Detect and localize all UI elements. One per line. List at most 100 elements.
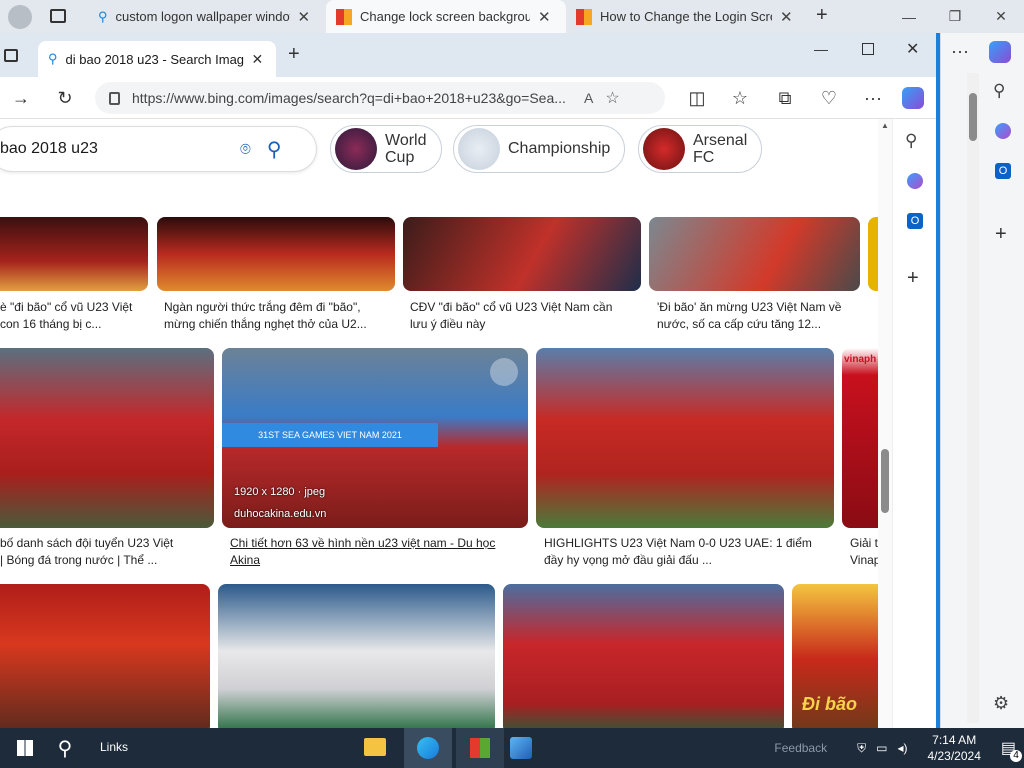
image-result[interactable]	[403, 217, 641, 291]
search-icon: ⚲	[57, 737, 73, 760]
read-aloud-icon[interactable]: A	[584, 90, 593, 106]
image-caption[interactable]: bố danh sách đội tuyển U23 Việt | Bóng đ…	[0, 535, 214, 571]
search-input[interactable]: bao 2018 u23 ⌾ ⚲	[0, 127, 316, 171]
inner-tab-active[interactable]: ⚲ di bao 2018 u23 - Search Images ✕	[38, 41, 276, 77]
notification-icon[interactable]: ▤ 4	[1001, 738, 1022, 762]
split-screen-icon[interactable]: ◫	[682, 83, 712, 113]
image-caption[interactable]: Ngàn người thức trắng đêm đi "bão", mừng…	[164, 299, 394, 335]
edge-taskbar-icon[interactable]	[404, 728, 452, 768]
visual-search-icon[interactable]: ⌾	[240, 139, 251, 160]
network-icon[interactable]: ▭	[876, 741, 887, 755]
scrollbar-thumb[interactable]	[881, 449, 889, 513]
close-button[interactable]: ✕	[906, 39, 919, 59]
image-result[interactable]: Đi bão	[792, 584, 878, 728]
app-taskbar-icon[interactable]	[456, 728, 504, 768]
close-icon[interactable]: ✕	[252, 51, 264, 68]
outlook-icon[interactable]: O	[907, 213, 923, 229]
security-icon[interactable]: ⛨	[857, 741, 866, 756]
close-button[interactable]: ✕	[978, 0, 1024, 33]
search-icon: ⚲	[48, 51, 58, 66]
copilot-app-icon[interactable]	[907, 173, 923, 189]
minimize-button[interactable]: —	[886, 0, 932, 33]
related-pill-arsenal-fc[interactable]: Arsenal FC	[638, 125, 763, 173]
paint-taskbar-icon[interactable]	[510, 737, 532, 759]
outer-tab-3[interactable]: How to Change the Login Screen ✕	[566, 0, 806, 33]
copilot-icon[interactable]	[989, 41, 1011, 63]
pill-thumbnail	[458, 128, 500, 170]
image-result[interactable]	[0, 348, 214, 528]
image-result[interactable]	[649, 217, 860, 291]
inner-tab-strip: ⚲ di bao 2018 u23 - Search Images ✕ + — …	[0, 33, 936, 77]
image-result[interactable]	[218, 584, 495, 728]
maximize-button[interactable]	[862, 43, 874, 55]
content-scrollbar[interactable]: ▲	[878, 119, 892, 728]
settings-icon[interactable]: ⚙	[993, 693, 1009, 714]
image-result[interactable]: vinaph	[842, 348, 878, 528]
close-icon[interactable]: ✕	[298, 8, 311, 26]
visual-search-badge-icon[interactable]	[490, 358, 518, 386]
search-icon[interactable]: ⚲	[267, 137, 282, 162]
start-button[interactable]	[0, 728, 50, 768]
image-caption[interactable]: Chi tiết hơn 63 về hình nền u23 việt nam…	[230, 535, 530, 571]
image-result[interactable]	[503, 584, 784, 728]
image-result[interactable]	[868, 217, 878, 291]
file-explorer-icon[interactable]	[364, 738, 386, 756]
windows-icon	[17, 740, 33, 756]
close-icon[interactable]: ✕	[538, 8, 551, 26]
scrollbar-thumb[interactable]	[969, 93, 977, 141]
more-icon[interactable]: ···	[858, 83, 888, 113]
search-icon[interactable]: ⚲	[905, 131, 917, 151]
add-icon[interactable]: +	[995, 223, 1007, 246]
edge-icon	[417, 737, 439, 759]
volume-icon[interactable]: ◂)	[897, 741, 907, 755]
address-bar[interactable]: https://www.bing.com/images/search?q=di+…	[95, 82, 665, 114]
browser-essentials-icon[interactable]: ♡	[814, 83, 844, 113]
outer-tab-1[interactable]: ⚲ custom logon wallpaper windows ✕	[88, 0, 326, 33]
close-icon[interactable]: ✕	[780, 8, 793, 26]
image-caption[interactable]: HIGHLIGHTS U23 Việt Nam 0-0 U23 UAE: 1 đ…	[544, 535, 834, 571]
favorites-icon[interactable]: ☆	[725, 83, 755, 113]
image-result[interactable]	[536, 348, 834, 528]
image-meta-source[interactable]: duhocakina.edu.vn	[234, 508, 326, 520]
new-tab-button[interactable]: +	[816, 4, 828, 27]
image-result[interactable]	[0, 584, 210, 728]
scrollbar[interactable]	[967, 73, 979, 723]
outlook-icon[interactable]: O	[995, 163, 1011, 179]
collections-icon[interactable]: ⧉	[770, 83, 800, 113]
restore-button[interactable]: ❐	[932, 0, 978, 33]
forward-arrow-icon[interactable]: →	[6, 83, 36, 113]
search-icon[interactable]: ⚲	[993, 81, 1005, 101]
tab-actions-icon[interactable]	[50, 9, 66, 23]
image-caption[interactable]: CĐV "đi bão" cổ vũ U23 Việt Nam cần lưu …	[410, 299, 640, 335]
pill-thumbnail	[335, 128, 377, 170]
image-result-hovered[interactable]: 31ST SEA GAMES VIET NAM 2021 1920 x 1280…	[222, 348, 528, 528]
feedback-label[interactable]: Feedback	[774, 741, 827, 755]
copilot-icon[interactable]	[898, 83, 928, 113]
minimize-button[interactable]: —	[814, 41, 828, 57]
copilot-app-icon[interactable]	[995, 123, 1011, 139]
tab-actions-icon[interactable]	[4, 49, 18, 62]
clock[interactable]: 7:14 AM 4/23/2024	[927, 732, 980, 764]
image-banner: 31ST SEA GAMES VIET NAM 2021	[222, 423, 438, 447]
add-icon[interactable]: +	[907, 267, 919, 290]
new-tab-button[interactable]: +	[288, 43, 300, 66]
image-meta-size: 1920 x 1280 · jpeg	[234, 486, 326, 498]
lock-icon	[109, 91, 120, 105]
favorite-star-icon[interactable]: ☆	[605, 88, 619, 108]
links-toolbar[interactable]: Links	[100, 740, 128, 754]
image-result[interactable]	[0, 217, 148, 291]
related-pill-world-cup[interactable]: World Cup	[330, 125, 442, 173]
outer-sidebar: ··· ⚲ O + ⚙	[940, 33, 1024, 728]
image-caption[interactable]: è "đi bão" cổ vũ U23 Việt con 16 tháng b…	[0, 299, 148, 335]
image-caption[interactable]: 'Đi bão' ăn mừng U23 Việt Nam về nước, s…	[657, 299, 867, 335]
outer-tab-2[interactable]: Change lock screen background ✕	[326, 0, 566, 33]
scroll-up-icon[interactable]: ▲	[881, 121, 889, 130]
app-icon	[470, 738, 490, 758]
search-button[interactable]: ⚲	[50, 728, 80, 768]
more-icon[interactable]: ···	[951, 41, 969, 62]
related-pill-championship[interactable]: Championship	[453, 125, 626, 173]
profile-avatar[interactable]	[8, 5, 32, 29]
image-caption[interactable]: Giải t Vinap	[850, 535, 878, 571]
refresh-icon[interactable]: ↻	[50, 83, 80, 113]
image-result[interactable]	[157, 217, 395, 291]
